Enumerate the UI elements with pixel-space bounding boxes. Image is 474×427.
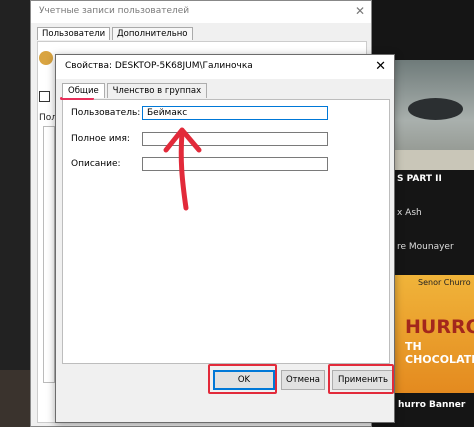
annotation-arrow xyxy=(163,127,202,211)
tab-general[interactable]: Общие xyxy=(62,83,105,98)
arrow-shaft xyxy=(178,130,189,211)
